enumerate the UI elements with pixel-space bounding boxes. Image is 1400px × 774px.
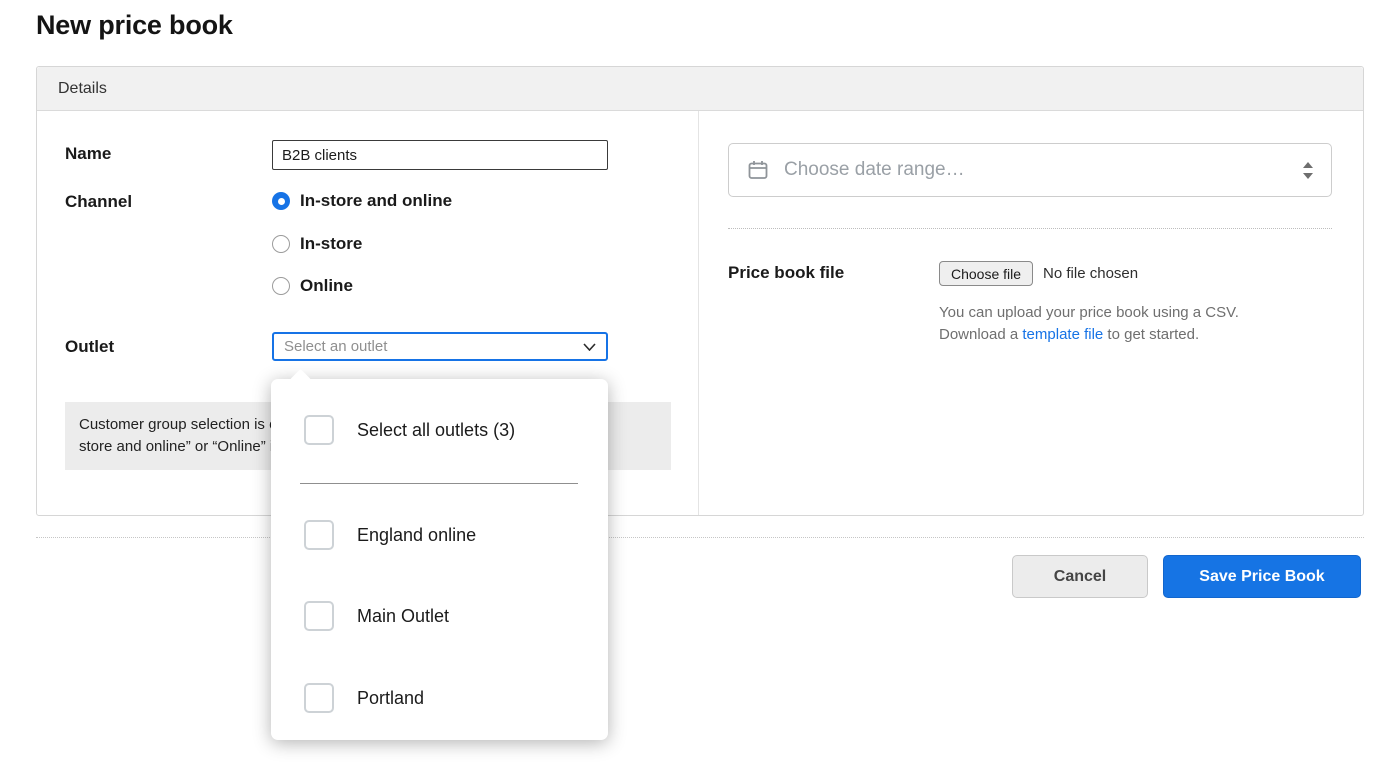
checkbox-icon[interactable] [304, 415, 334, 445]
file-help-line2: Download a template file to get started. [939, 324, 1239, 346]
checkbox-icon[interactable] [304, 601, 334, 631]
column-divider [698, 111, 699, 515]
cancel-button[interactable]: Cancel [1012, 555, 1148, 598]
dropdown-item-select-all[interactable]: Select all outlets (3) [304, 415, 515, 445]
template-file-link[interactable]: template file [1022, 326, 1103, 343]
dropdown-item-main-outlet[interactable]: Main Outlet [304, 601, 449, 631]
date-range-placeholder: Choose date range… [784, 159, 1303, 181]
radio-in-store-and-online[interactable]: In-store and online [272, 191, 452, 211]
date-range-picker[interactable]: Choose date range… [728, 143, 1332, 197]
channel-label: Channel [65, 192, 132, 212]
checkbox-icon[interactable] [304, 520, 334, 550]
name-input[interactable] [272, 140, 608, 170]
right-column-divider [728, 228, 1332, 229]
outlet-select-placeholder: Select an outlet [284, 338, 583, 355]
radio-in-store[interactable]: In-store [272, 234, 362, 254]
dropdown-item-portland[interactable]: Portland [304, 683, 424, 713]
checkbox-icon[interactable] [304, 683, 334, 713]
calendar-icon [747, 159, 769, 181]
file-help-text: You can upload your price book using a C… [939, 302, 1239, 346]
radio-icon [272, 235, 290, 253]
outlet-dropdown-menu: Select all outlets (3) England online Ma… [271, 379, 608, 740]
file-help-line1: You can upload your price book using a C… [939, 302, 1239, 324]
panel-header: Details [37, 67, 1363, 111]
radio-label: In-store and online [300, 191, 452, 211]
dropdown-item-label: Select all outlets (3) [357, 420, 515, 441]
chevron-down-icon [583, 343, 596, 351]
outlet-select[interactable]: Select an outlet [272, 332, 608, 361]
dropdown-item-england-online[interactable]: England online [304, 520, 476, 550]
radio-label: In-store [300, 234, 362, 254]
radio-icon [272, 277, 290, 295]
radio-label: Online [300, 276, 353, 296]
dropdown-item-label: Portland [357, 688, 424, 709]
choose-file-button[interactable]: Choose file [939, 261, 1033, 286]
footer-divider [36, 537, 1364, 538]
dropdown-divider [300, 483, 578, 484]
arrow-down-icon [1303, 173, 1313, 179]
page-title: New price book [36, 10, 233, 41]
save-price-book-button[interactable]: Save Price Book [1163, 555, 1361, 598]
details-panel: Details Name Channel In-store and online… [36, 66, 1364, 516]
stepper-arrows-icon [1303, 162, 1313, 179]
price-book-file-label: Price book file [728, 263, 844, 283]
outlet-label: Outlet [65, 337, 114, 357]
file-input-row: Choose file No file chosen [939, 261, 1138, 286]
file-status-text: No file chosen [1043, 265, 1138, 282]
panel-content: Name Channel In-store and online In-stor… [37, 111, 1363, 515]
radio-online[interactable]: Online [272, 276, 353, 296]
arrow-up-icon [1303, 162, 1313, 168]
name-label: Name [65, 144, 111, 164]
dropdown-item-label: England online [357, 525, 476, 546]
dropdown-item-label: Main Outlet [357, 606, 449, 627]
panel-header-label: Details [58, 80, 107, 98]
radio-selected-icon [272, 192, 290, 210]
new-price-book-page: New price book Details Name Channel In-s… [0, 0, 1400, 774]
